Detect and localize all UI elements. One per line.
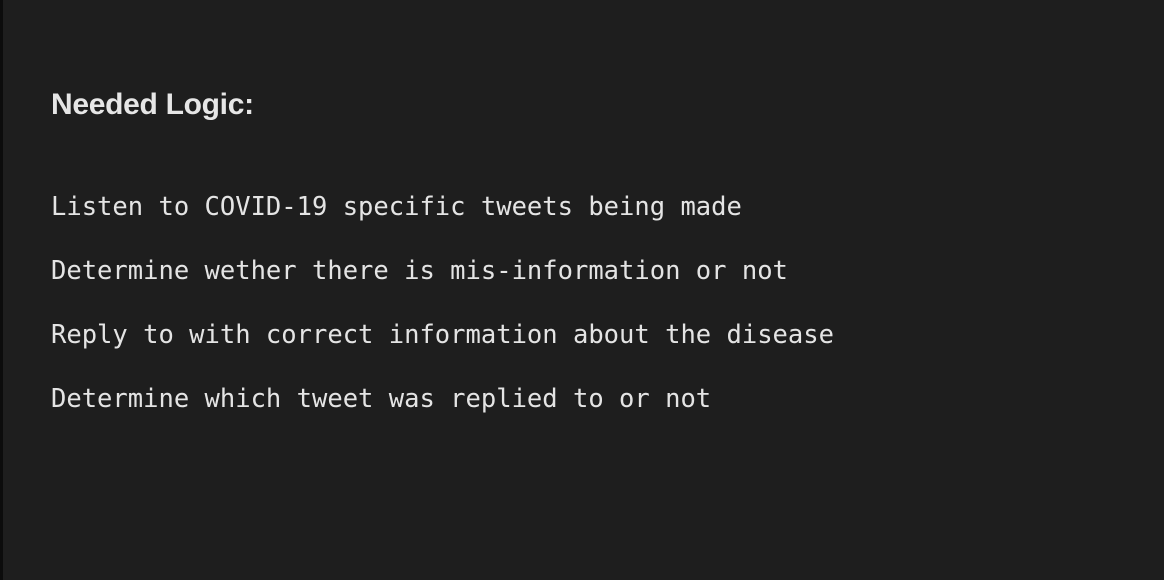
notes-pane: Needed Logic: Listen to COVID-19 specifi…: [0, 0, 1164, 580]
logic-line-determine-misinformation: Determine wether there is mis-informatio…: [51, 256, 788, 286]
logic-line-determine-replied: Determine which tweet was replied to or …: [51, 384, 712, 414]
section-heading: Needed Logic:: [51, 88, 254, 121]
logic-line-reply: Reply to with correct information about …: [51, 320, 834, 350]
logic-line-listen: Listen to COVID-19 specific tweets being…: [51, 192, 742, 222]
logic-list: Listen to COVID-19 specific tweets being…: [51, 189, 834, 445]
